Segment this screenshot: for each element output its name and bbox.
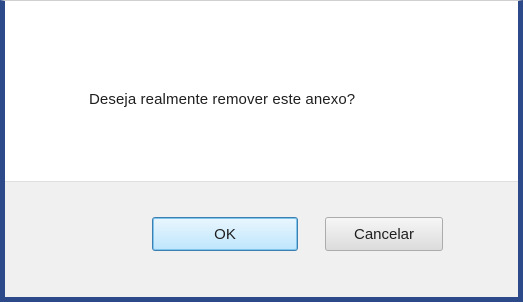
confirm-dialog: Deseja realmente remover este anexo? OK … [0, 0, 523, 302]
confirm-message: Deseja realmente remover este anexo? [89, 91, 356, 108]
message-area: Deseja realmente remover este anexo? [5, 1, 518, 181]
ok-button[interactable]: OK [152, 217, 298, 251]
cancel-button[interactable]: Cancelar [325, 217, 443, 251]
button-bar: OK Cancelar [5, 181, 518, 297]
